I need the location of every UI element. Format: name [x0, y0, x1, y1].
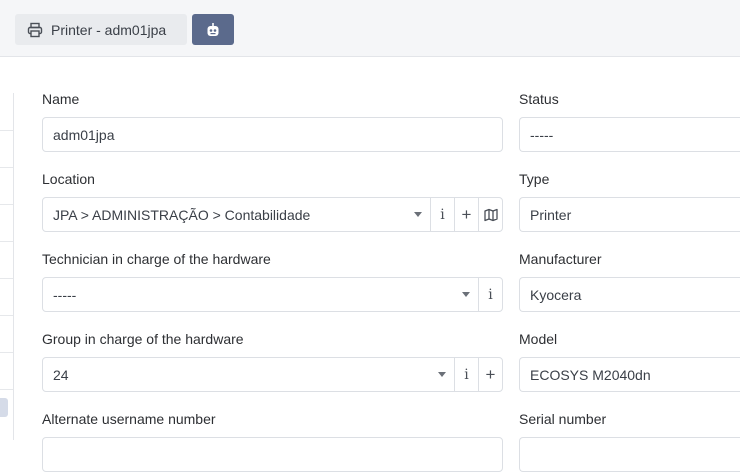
- technician-label: Technician in charge of the hardware: [42, 251, 271, 267]
- group-label: Group in charge of the hardware: [42, 331, 244, 347]
- manufacturer-value: Kyocera: [530, 286, 582, 303]
- location-add-button[interactable]: +: [454, 198, 478, 231]
- type-value: Printer: [530, 206, 572, 223]
- location-value: JPA > ADMINISTRAÇÃO > Contabilidade: [53, 206, 311, 223]
- alternate-username-number-field[interactable]: [42, 437, 503, 472]
- location-info-button[interactable]: i: [430, 198, 454, 231]
- assistant-button[interactable]: [192, 14, 234, 45]
- left-panel-edge: [0, 93, 14, 440]
- tab-label: Printer - adm01jpa: [51, 21, 167, 38]
- type-select[interactable]: Printer: [519, 197, 740, 232]
- group-info-button[interactable]: i: [454, 358, 478, 391]
- name-field[interactable]: adm01jpa: [42, 117, 503, 152]
- status-select[interactable]: -----: [519, 117, 740, 152]
- model-value: ECOSYS M2040dn: [530, 366, 651, 383]
- technician-value: -----: [53, 286, 77, 303]
- group-select[interactable]: 24 i +: [42, 357, 503, 392]
- model-label: Model: [519, 331, 558, 347]
- type-label: Type: [519, 171, 550, 187]
- manufacturer-label: Manufacturer: [519, 251, 602, 267]
- chevron-down-icon: [462, 292, 470, 297]
- serial-number-field[interactable]: [519, 437, 740, 472]
- group-add-button[interactable]: +: [478, 358, 502, 391]
- group-value: 24: [53, 366, 69, 383]
- chevron-down-icon: [414, 212, 422, 217]
- location-select[interactable]: JPA > ADMINISTRAÇÃO > Contabilidade i +: [42, 197, 503, 232]
- status-value: -----: [530, 126, 554, 143]
- technician-info-button[interactable]: i: [478, 278, 502, 311]
- status-label: Status: [519, 91, 559, 107]
- technician-select[interactable]: ----- i: [42, 277, 503, 312]
- printer-icon: [27, 22, 43, 37]
- alternate-username-number-label: Alternate username number: [42, 411, 216, 427]
- model-select[interactable]: ECOSYS M2040dn: [519, 357, 740, 392]
- robot-icon: [207, 22, 219, 36]
- name-label: Name: [42, 91, 80, 107]
- left-panel-chip[interactable]: [0, 398, 8, 417]
- location-map-button[interactable]: [478, 198, 502, 231]
- name-value: adm01jpa: [53, 126, 115, 143]
- manufacturer-select[interactable]: Kyocera: [519, 277, 740, 312]
- tab-printer[interactable]: Printer - adm01jpa: [15, 14, 187, 45]
- top-bar: Printer - adm01jpa: [0, 0, 740, 57]
- location-label: Location: [42, 171, 95, 187]
- map-icon: [483, 208, 498, 221]
- chevron-down-icon: [438, 372, 446, 377]
- serial-number-label: Serial number: [519, 411, 607, 427]
